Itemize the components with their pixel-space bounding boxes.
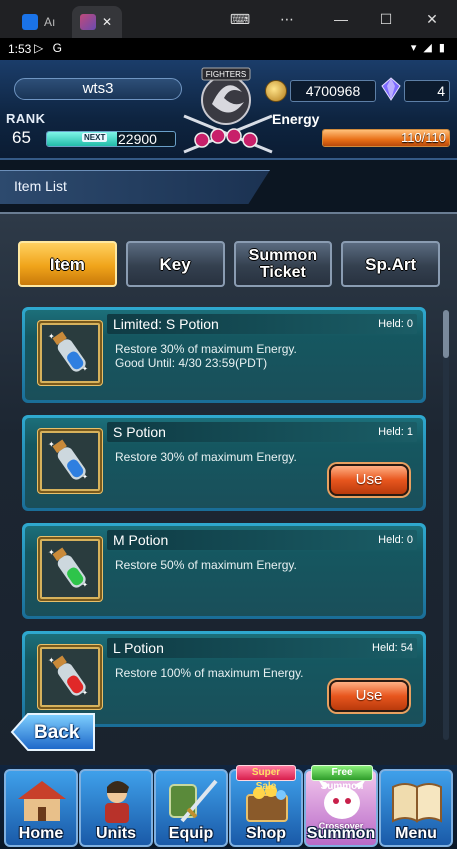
item-description: Restore 30% of maximum Energy. Good Unti…	[115, 342, 297, 370]
tab-key-label: Key	[159, 254, 191, 274]
player-name: wts3	[14, 78, 182, 100]
item-name: L Potion	[113, 640, 164, 656]
maximize-button[interactable]: ☐	[375, 10, 397, 28]
item-description: Restore 30% of maximum Energy.	[115, 450, 297, 464]
equip-icon	[169, 779, 218, 823]
svg-text:✦: ✦	[82, 473, 88, 481]
keyboard-icon[interactable]: ⌨	[229, 10, 251, 28]
item-thumbnail: ✦ ✦	[37, 644, 103, 710]
svg-text:✦: ✦	[82, 689, 88, 697]
gil-coin-icon	[265, 80, 287, 102]
potion-icon: ✦✦	[48, 547, 88, 589]
item-thumbnail: ✦ ✦	[37, 428, 103, 494]
units-icon	[105, 781, 129, 823]
gil-amount: 4700968	[290, 80, 376, 102]
nav-units-button[interactable]: Units	[79, 769, 153, 847]
lapis-gem-icon	[381, 77, 401, 101]
item-thumbnail: ✦ ✦	[37, 320, 103, 386]
svg-text:✦: ✦	[48, 656, 55, 665]
item-thumbnail: ✦ ✦	[37, 536, 103, 602]
item-card-s-potion[interactable]: ✦ ✦ S Potion Held: 1 Restore 30% of maxim…	[22, 415, 426, 511]
svg-text:✦: ✦	[82, 581, 88, 589]
svg-text:✦: ✦	[48, 440, 55, 449]
list-scrollbar[interactable]	[443, 310, 449, 740]
tab-sp-art-label: Sp.Art	[365, 254, 417, 274]
crossed-swords-icon	[183, 114, 273, 154]
scroll-thumb[interactable]	[443, 310, 449, 358]
potion-icon: ✦✦	[48, 655, 88, 697]
item-held-count: Held: 54	[372, 642, 413, 654]
nav-shop-label: Shop	[246, 825, 286, 842]
status-bar: 1:53 ▷ G ▾ ◢ ▮	[0, 38, 457, 60]
item-held-count: Held: 1	[378, 426, 413, 438]
close-window-button[interactable]: ✕	[421, 10, 443, 28]
nav-summon-label: Summon	[306, 825, 376, 842]
use-button[interactable]: Use	[329, 680, 409, 712]
tab-summon-ticket-label: Summon Ticket	[248, 247, 318, 281]
gem-amount: 4	[404, 80, 450, 102]
nav-home-button[interactable]: Home	[4, 769, 78, 847]
nav-equip-label: Equip	[168, 825, 214, 842]
status-time: 1:53	[8, 42, 32, 56]
minimize-button[interactable]: —	[330, 10, 352, 28]
item-held-count: Held: 0	[378, 534, 413, 546]
item-name: Limited: S Potion	[113, 316, 219, 332]
more-options-icon[interactable]: ⋯	[276, 10, 298, 28]
nav-home-label: Home	[18, 825, 64, 842]
emblem-text: FIGHTERS	[206, 70, 246, 79]
tab-item-label: Item	[49, 254, 85, 274]
browser-tab-1-label: Aı	[44, 15, 56, 29]
svg-text:✦: ✦	[48, 548, 55, 557]
super-sale-badge: Super Sale	[236, 765, 296, 792]
item-description: Restore 50% of maximum Energy.	[115, 558, 297, 572]
use-button[interactable]: Use	[329, 464, 409, 496]
bottom-navigation: Home Units Equip Super Sale Shop Free Su…	[0, 765, 457, 849]
next-label: NEXT	[82, 133, 108, 142]
item-name: S Potion	[113, 424, 166, 440]
rank-label: RANK	[6, 111, 46, 126]
energy-label: Energy	[272, 111, 320, 127]
potion-icon: ✦✦	[48, 439, 88, 481]
nav-equip-button[interactable]: Equip	[154, 769, 228, 847]
game-favicon-icon	[80, 14, 96, 30]
tab-sp-art[interactable]: Sp.Art	[341, 241, 440, 287]
tab-key[interactable]: Key	[125, 241, 225, 287]
svg-text:✦: ✦	[82, 365, 88, 373]
app-favicon-icon	[22, 14, 38, 30]
item-list[interactable]: ✦ ✦ Limited: S Potion Held: 0 Restore 30%…	[20, 307, 430, 727]
nav-units-label: Units	[96, 825, 136, 842]
item-description: Restore 100% of maximum Energy.	[115, 666, 304, 680]
rank-value: 65	[12, 128, 31, 147]
tab-summon-ticket[interactable]: Summon Ticket	[233, 241, 333, 287]
nav-menu-label: Menu	[395, 825, 437, 842]
svg-text:✦: ✦	[48, 332, 55, 341]
status-right-icons: ▾ ◢ ▮	[410, 42, 447, 54]
item-name: M Potion	[113, 532, 169, 548]
tab-item[interactable]: Item	[18, 241, 117, 287]
page-title: Item List	[14, 178, 67, 194]
browser-tabbar: Aı ✕ ⌨ ⋯ — ☐ ✕	[0, 0, 457, 38]
energy-value: 110/110	[400, 130, 446, 145]
browser-tab-1[interactable]: Aı	[14, 6, 70, 38]
next-exp-value: 22900	[118, 131, 157, 147]
status-left-icons: ▷ G	[34, 41, 65, 55]
menu-icon	[392, 783, 442, 823]
item-card-limited-s-potion[interactable]: ✦ ✦ Limited: S Potion Held: 0 Restore 30%…	[22, 307, 426, 403]
nav-menu-button[interactable]: Menu	[379, 769, 453, 847]
game-screen: wts3 FIGHTERS RANK 65 NEXT 22900 4700968…	[0, 60, 457, 849]
tab-close-icon[interactable]: ✕	[102, 15, 112, 29]
browser-tab-2[interactable]: ✕	[72, 6, 122, 38]
home-icon	[18, 781, 66, 821]
item-category-tabs: Item Key Summon Ticket Sp.Art	[18, 241, 440, 289]
free-summon-badge: Free Summon	[311, 765, 373, 792]
back-button-label: Back	[34, 722, 80, 743]
potion-icon: ✦✦	[48, 331, 88, 373]
item-card-m-potion[interactable]: ✦ ✦ M Potion Held: 0 Restore 50% of maxim…	[22, 523, 426, 619]
item-held-count: Held: 0	[378, 318, 413, 330]
